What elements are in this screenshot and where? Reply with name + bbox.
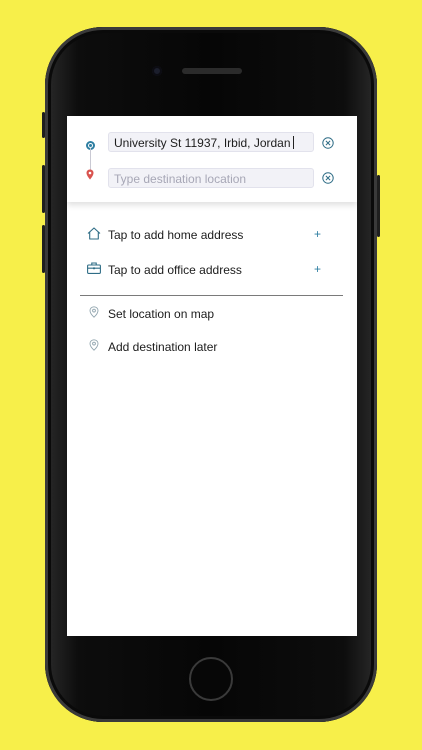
clear-destination-icon[interactable] [322,172,334,184]
set-location-on-map-label: Set location on map [108,307,215,321]
earpiece-speaker [182,68,242,74]
add-home-label: Tap to add home address [108,228,244,242]
set-location-on-map-row[interactable]: Set location on map [67,300,357,328]
add-office-address-row[interactable]: Tap to add office address + [67,256,357,284]
destination-input[interactable] [114,170,309,187]
briefcase-icon [87,262,101,274]
location-pin-icon [89,306,99,318]
destination-field[interactable] [108,168,314,188]
volume-up-button [42,165,45,213]
front-camera [152,66,162,76]
origin-input-value: University St 11937, Irbid, Jordan [114,136,291,150]
text-cursor [292,136,294,149]
destination-pin-icon [86,169,94,180]
clear-origin-icon[interactable] [322,137,334,149]
power-button [377,175,380,237]
home-button[interactable] [189,657,233,701]
mute-switch [42,112,45,138]
add-destination-later-row[interactable]: Add destination later [67,333,357,361]
add-destination-later-label: Add destination later [108,340,218,354]
add-home-address-row[interactable]: Tap to add home address + [67,221,357,249]
app-screen: University St 11937, Irbid, Jordan Tap t… [67,116,357,636]
location-pin-icon [89,339,99,351]
add-office-label: Tap to add office address [108,263,242,277]
origin-input[interactable]: University St 11937, Irbid, Jordan [108,132,314,152]
route-search-card: University St 11937, Irbid, Jordan [67,116,357,202]
section-divider [80,295,343,296]
home-icon [87,227,101,240]
add-home-plus-button[interactable]: + [314,227,321,241]
volume-down-button [42,225,45,273]
add-office-plus-button[interactable]: + [314,262,321,276]
